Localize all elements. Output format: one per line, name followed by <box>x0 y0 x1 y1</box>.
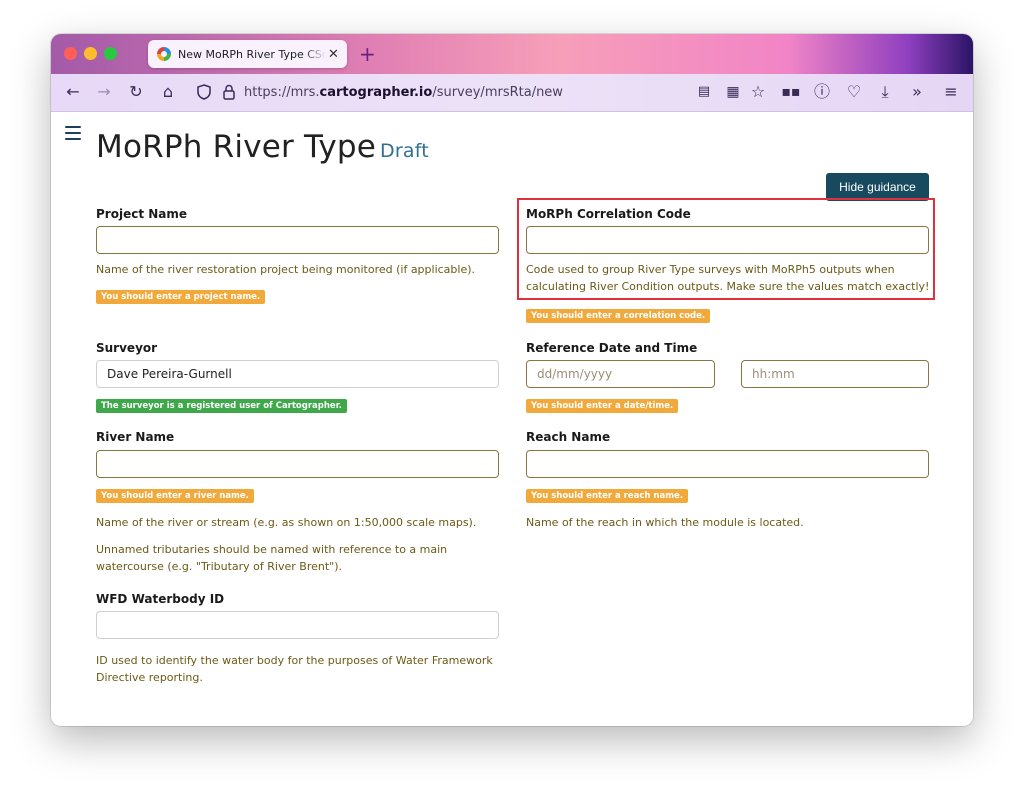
river-name-input[interactable] <box>96 450 499 478</box>
reference-date-label: Reference Date and Time <box>526 341 698 355</box>
wfd-waterbody-label: WFD Waterbody ID <box>96 592 225 606</box>
time-placeholder: hh:mm <box>752 367 795 381</box>
window-maximize-button[interactable] <box>104 47 117 60</box>
reader-view-icon[interactable]: ▤ <box>694 83 714 101</box>
window-minimize-button[interactable] <box>84 47 97 60</box>
correlation-code-input[interactable] <box>526 226 929 254</box>
wfd-waterbody-guidance-line1: ID used to identify the water body for t… <box>96 654 493 667</box>
hide-guidance-button[interactable]: Hide guidance <box>826 173 929 201</box>
project-name-label: Project Name <box>96 207 188 221</box>
navigation-bar: ← → ↻ ⌂ https://mrs.cartographer.io/surv… <box>51 74 973 112</box>
river-name-guidance-tributary-line2: watercourse (e.g. "Tributary of River Br… <box>96 560 342 573</box>
reference-date-input[interactable]: dd/mm/yyyy <box>526 360 715 388</box>
surveyor-success-badge: The surveyor is a registered user of Car… <box>96 399 347 413</box>
home-icon[interactable]: ⌂ <box>158 83 178 101</box>
cartographer-favicon-icon <box>157 47 171 61</box>
reach-name-input[interactable] <box>526 450 929 478</box>
river-name-label: River Name <box>96 430 175 444</box>
correlation-code-guidance-line1: Code used to group River Type surveys wi… <box>526 263 895 276</box>
surveyor-input[interactable]: Dave Pereira-Gurnell <box>96 360 499 388</box>
extensions-grid-icon[interactable]: ▪▪ <box>781 83 801 101</box>
password-manager-icon[interactable]: ⓘ <box>812 83 832 101</box>
reload-icon[interactable]: ↻ <box>126 83 146 101</box>
draft-status: Draft <box>380 140 429 162</box>
reference-time-input[interactable]: hh:mm <box>741 360 929 388</box>
wfd-waterbody-guidance-line2: Directive reporting. <box>96 671 203 684</box>
reach-name-warning-badge: You should enter a reach name. <box>526 489 689 503</box>
downloads-icon[interactable]: ⤓ <box>875 83 895 101</box>
correlation-code-warning-badge: You should enter a correlation code. <box>526 309 711 323</box>
browser-tab-active[interactable]: New MoRPh River Type CSci - M ✕ <box>148 40 347 68</box>
reference-date-warning-badge: You should enter a date/time. <box>526 399 679 413</box>
river-name-guidance: Name of the river or stream (e.g. as sho… <box>96 516 477 529</box>
reach-name-label: Reach Name <box>526 430 611 444</box>
page-title: MoRPh River Type Draft <box>96 129 429 165</box>
browser-menu-icon[interactable]: ≡ <box>941 83 961 101</box>
bookmark-star-icon[interactable]: ☆ <box>748 83 768 101</box>
surveyor-label: Surveyor <box>96 341 158 355</box>
page-content: MoRPh River Type Draft Hide guidance Proj… <box>51 112 973 726</box>
river-name-guidance-tributary-line1: Unnamed tributaries should be named with… <box>96 543 448 556</box>
wfd-waterbody-input[interactable] <box>96 611 499 639</box>
reach-name-guidance: Name of the reach in which the module is… <box>526 516 804 529</box>
shield-icon[interactable] <box>197 84 211 100</box>
correlation-code-guidance-line2: calculating River Condition outputs. Mak… <box>526 280 930 293</box>
pocket-icon[interactable]: ♡ <box>844 83 864 101</box>
overflow-chevron-icon[interactable]: » <box>907 83 927 101</box>
tab-close-icon[interactable]: ✕ <box>328 47 339 62</box>
project-name-guidance: Name of the river restoration project be… <box>96 263 476 276</box>
qr-code-icon[interactable]: ▦ <box>723 83 743 101</box>
url-text[interactable]: https://mrs.cartographer.io/survey/mrsRt… <box>244 85 563 100</box>
forward-icon[interactable]: → <box>94 83 114 101</box>
hamburger-menu-icon[interactable] <box>65 126 81 144</box>
project-name-warning-badge: You should enter a project name. <box>96 290 266 304</box>
project-name-input[interactable] <box>96 226 499 254</box>
window-close-button[interactable] <box>64 47 77 60</box>
lock-icon[interactable] <box>223 84 235 100</box>
new-tab-icon[interactable]: + <box>359 42 376 66</box>
url-bar[interactable]: https://mrs.cartographer.io/survey/mrsRt… <box>191 80 946 104</box>
browser-window: New MoRPh River Type CSci - M ✕ + ← → ↻ … <box>51 34 973 726</box>
tab-title: New MoRPh River Type CSci - M <box>178 47 326 61</box>
back-icon[interactable]: ← <box>63 83 83 101</box>
tab-bar: New MoRPh River Type CSci - M ✕ + <box>51 34 973 74</box>
date-placeholder: dd/mm/yyyy <box>537 367 613 381</box>
correlation-code-label: MoRPh Correlation Code <box>526 207 691 221</box>
river-name-warning-badge: You should enter a river name. <box>96 489 254 503</box>
